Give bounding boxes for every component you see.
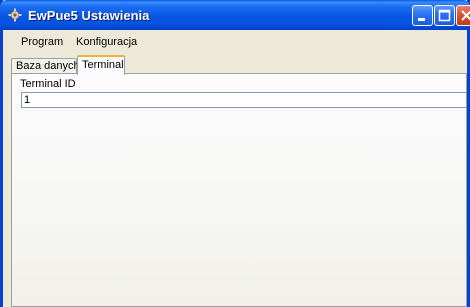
tab-strip: Baza danych Terminal [3, 54, 467, 75]
minimize-icon [418, 18, 425, 21]
menu-bar: Program Konfiguracja [3, 30, 467, 54]
menu-konfiguracja[interactable]: Konfiguracja [70, 30, 143, 54]
gear-icon [8, 8, 22, 22]
title-bar[interactable]: EwPue5 Ustawienia [0, 0, 470, 30]
terminal-id-input[interactable] [21, 92, 467, 108]
window-title: EwPue5 Ustawienia [28, 8, 150, 23]
tab-terminal[interactable]: Terminal [77, 55, 125, 75]
maximize-icon [438, 9, 451, 22]
minimize-button[interactable] [412, 5, 433, 26]
terminal-id-label: Terminal ID [20, 78, 76, 90]
terminal-tab-page: Terminal ID [11, 73, 467, 307]
close-icon [461, 10, 470, 21]
menu-program[interactable]: Program [15, 30, 69, 54]
settings-window: EwPue5 Ustawienia Program Konfiguracja B… [0, 0, 470, 307]
tab-baza-danych[interactable]: Baza danych [11, 58, 80, 74]
close-button[interactable] [456, 5, 470, 26]
maximize-button[interactable] [434, 5, 455, 26]
